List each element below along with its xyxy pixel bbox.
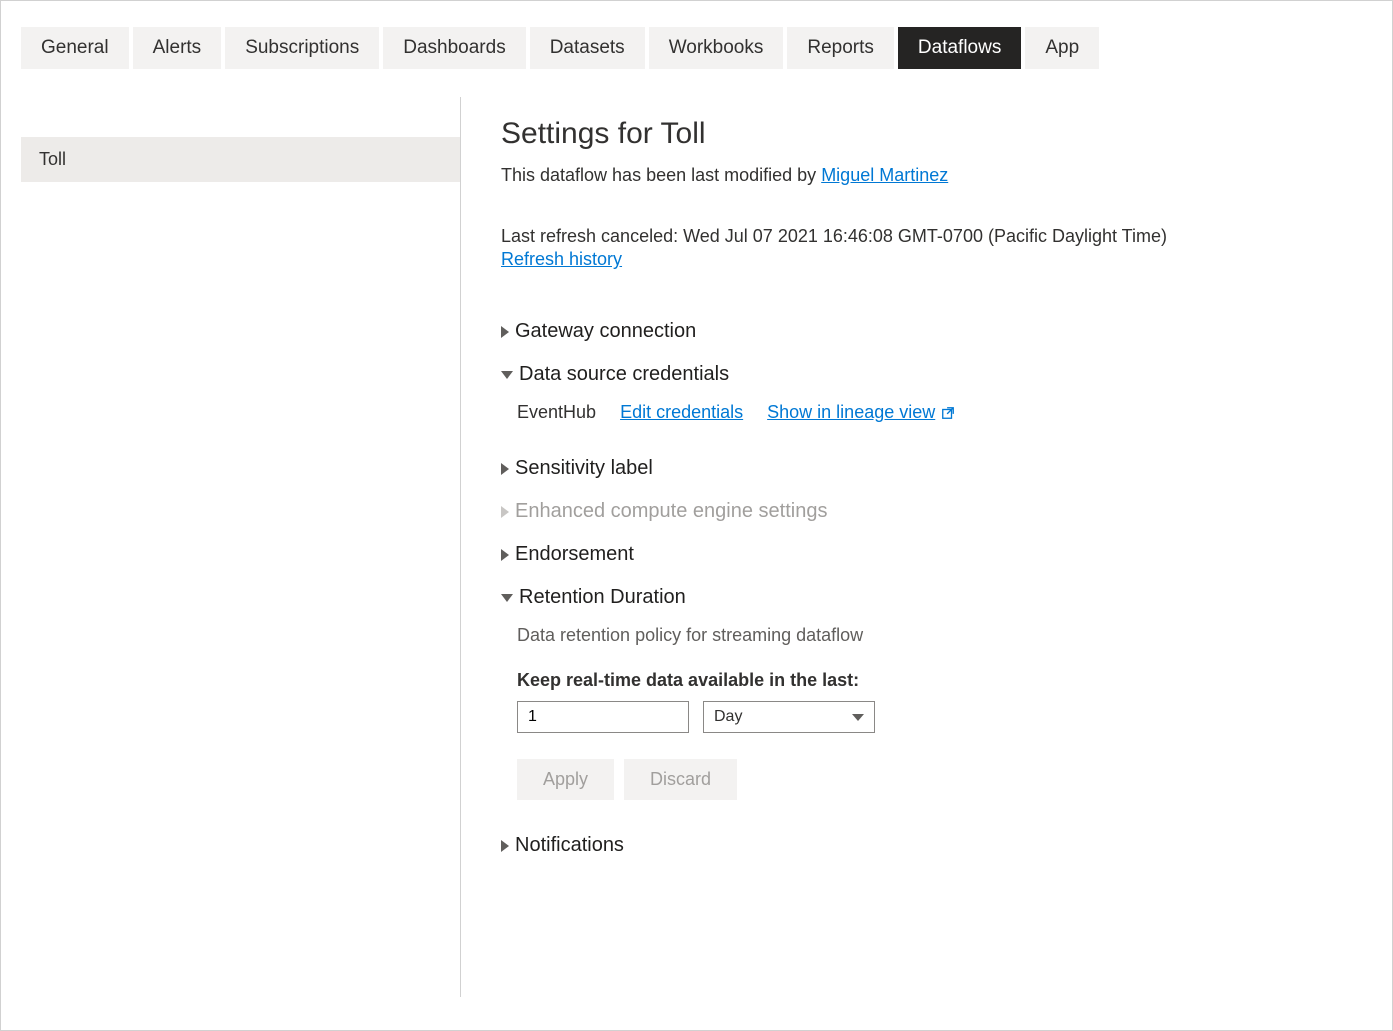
section-retention-label: Retention Duration xyxy=(519,586,686,609)
retention-unit-select[interactable]: Day xyxy=(703,701,875,733)
tab-app[interactable]: App xyxy=(1025,27,1099,69)
modified-by-link[interactable]: Miguel Martinez xyxy=(821,165,948,185)
retention-actions: Apply Discard xyxy=(501,759,1352,800)
sidebar-item-label: Toll xyxy=(39,149,66,169)
tab-workbooks[interactable]: Workbooks xyxy=(649,27,784,69)
modified-prefix: This dataflow has been last modified by xyxy=(501,165,821,185)
caret-right-icon xyxy=(501,506,509,518)
retention-value-input[interactable] xyxy=(517,701,689,733)
tab-alerts[interactable]: Alerts xyxy=(133,27,222,69)
modified-by-line: This dataflow has been last modified by … xyxy=(501,165,1352,186)
caret-down-icon xyxy=(501,371,513,379)
retention-prompt: Keep real-time data available in the las… xyxy=(501,670,1352,691)
discard-button[interactable]: Discard xyxy=(624,759,737,800)
sidebar-item-toll[interactable]: Toll xyxy=(21,137,460,182)
edit-credentials-link[interactable]: Edit credentials xyxy=(620,402,743,423)
section-endorsement-label: Endorsement xyxy=(515,543,634,566)
section-credentials-label: Data source credentials xyxy=(519,363,729,386)
main-panel: Settings for Toll This dataflow has been… xyxy=(461,97,1392,997)
chevron-down-icon xyxy=(852,714,864,721)
section-notifications-label: Notifications xyxy=(515,834,624,857)
caret-down-icon xyxy=(501,594,513,602)
lineage-link-text: Show in lineage view xyxy=(767,402,935,423)
section-gateway-header[interactable]: Gateway connection xyxy=(501,320,1352,343)
caret-right-icon xyxy=(501,326,509,338)
tabs-nav: General Alerts Subscriptions Dashboards … xyxy=(1,1,1392,69)
section-sensitivity-header[interactable]: Sensitivity label xyxy=(501,457,1352,480)
caret-right-icon xyxy=(501,463,509,475)
retention-description: Data retention policy for streaming data… xyxy=(501,625,1352,646)
apply-button[interactable]: Apply xyxy=(517,759,614,800)
retention-unit-value: Day xyxy=(714,708,742,726)
refresh-status: Last refresh canceled: Wed Jul 07 2021 1… xyxy=(501,224,1352,249)
page-title: Settings for Toll xyxy=(501,117,1352,151)
tab-dataflows[interactable]: Dataflows xyxy=(898,27,1021,69)
tab-dashboards[interactable]: Dashboards xyxy=(383,27,525,69)
retention-controls: Day xyxy=(501,701,1352,733)
section-gateway-label: Gateway connection xyxy=(515,320,696,343)
section-compute-header: Enhanced compute engine settings xyxy=(501,500,1352,523)
tab-reports[interactable]: Reports xyxy=(787,27,894,69)
section-endorsement-header[interactable]: Endorsement xyxy=(501,543,1352,566)
tab-general[interactable]: General xyxy=(21,27,129,69)
credentials-body: EventHub Edit credentials Show in lineag… xyxy=(501,402,1352,433)
section-sensitivity-label: Sensitivity label xyxy=(515,457,653,480)
credential-source-name: EventHub xyxy=(517,402,596,423)
section-compute-label: Enhanced compute engine settings xyxy=(515,500,827,523)
sidebar: Toll xyxy=(1,97,461,997)
section-notifications-header[interactable]: Notifications xyxy=(501,834,1352,857)
caret-right-icon xyxy=(501,549,509,561)
refresh-history-link[interactable]: Refresh history xyxy=(501,249,622,270)
section-retention-header[interactable]: Retention Duration xyxy=(501,586,1352,609)
external-link-icon xyxy=(941,406,955,420)
tab-datasets[interactable]: Datasets xyxy=(530,27,645,69)
show-lineage-link[interactable]: Show in lineage view xyxy=(767,402,955,423)
section-credentials-header[interactable]: Data source credentials xyxy=(501,363,1352,386)
caret-right-icon xyxy=(501,840,509,852)
tab-subscriptions[interactable]: Subscriptions xyxy=(225,27,379,69)
